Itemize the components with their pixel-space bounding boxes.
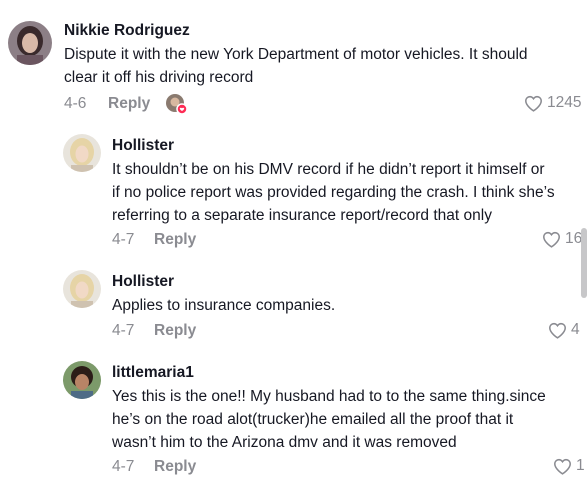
comment-author[interactable]: Hollister xyxy=(112,137,174,155)
comment-date: 4-7 xyxy=(112,322,135,339)
like-count: 4 xyxy=(571,321,580,338)
like-button[interactable]: 4 xyxy=(548,321,580,339)
comment-text: Dispute it with the new York Department … xyxy=(64,43,528,89)
reply-button[interactable]: Reply xyxy=(154,322,196,340)
comment-author[interactable]: littlemaria1 xyxy=(112,364,194,382)
comment-text-line: he’s on the road alot(trucker)he emailed… xyxy=(112,411,514,428)
comment-date: 4-7 xyxy=(112,231,135,248)
scrollbar-thumb[interactable] xyxy=(581,228,587,298)
comment-text-line: referring to a separate insurance report… xyxy=(112,207,492,224)
comment-date: 4-7 xyxy=(112,458,135,475)
reply-button[interactable]: Reply xyxy=(154,231,196,249)
avatar-littlemaria1[interactable] xyxy=(63,361,101,399)
like-count: 1245 xyxy=(547,94,582,111)
comment-text-line: Dispute it with the new York Department … xyxy=(64,46,528,63)
heart-outline-icon xyxy=(553,458,572,475)
avatar-hollister[interactable] xyxy=(63,134,101,172)
comment-date: 4-6 xyxy=(64,95,87,112)
like-button[interactable]: 16 xyxy=(542,230,582,248)
like-count: 16 xyxy=(565,230,583,247)
comment-text: Applies to insurance companies. xyxy=(112,294,335,317)
heart-outline-icon xyxy=(548,322,567,339)
comment-text: It shouldn’t be on his DMV record if he … xyxy=(112,158,555,227)
comment-text: Yes this is the one!! My husband had to … xyxy=(112,385,546,454)
heart-outline-icon xyxy=(542,231,561,248)
heart-outline-icon xyxy=(524,95,543,112)
reply-button[interactable]: Reply xyxy=(108,95,150,113)
comment-text-line: clear it off his driving record xyxy=(64,69,254,86)
avatar-hollister[interactable] xyxy=(63,270,101,308)
comment-text-line: Applies to insurance companies. xyxy=(112,297,336,314)
reply-button[interactable]: Reply xyxy=(154,458,196,476)
comment-text-line: wasn’t him to the Arizona dmv and it was… xyxy=(112,434,457,451)
like-count: 1 xyxy=(576,457,585,474)
comment-text-line: Yes this is the one!! My husband had to … xyxy=(112,388,546,405)
comment-author[interactable]: Hollister xyxy=(112,273,174,291)
like-button[interactable]: 1 xyxy=(553,457,585,475)
comment-text-line: if no police report was provided regardi… xyxy=(112,184,555,201)
comment-text-line: It shouldn’t be on his DMV record if he … xyxy=(112,161,545,178)
creator-liked-avatar-icon xyxy=(166,94,188,115)
comment-author[interactable]: Nikkie Rodriguez xyxy=(64,22,190,40)
avatar-nikkie-rodriguez[interactable] xyxy=(8,21,52,65)
like-button[interactable]: 1245 xyxy=(524,94,581,112)
